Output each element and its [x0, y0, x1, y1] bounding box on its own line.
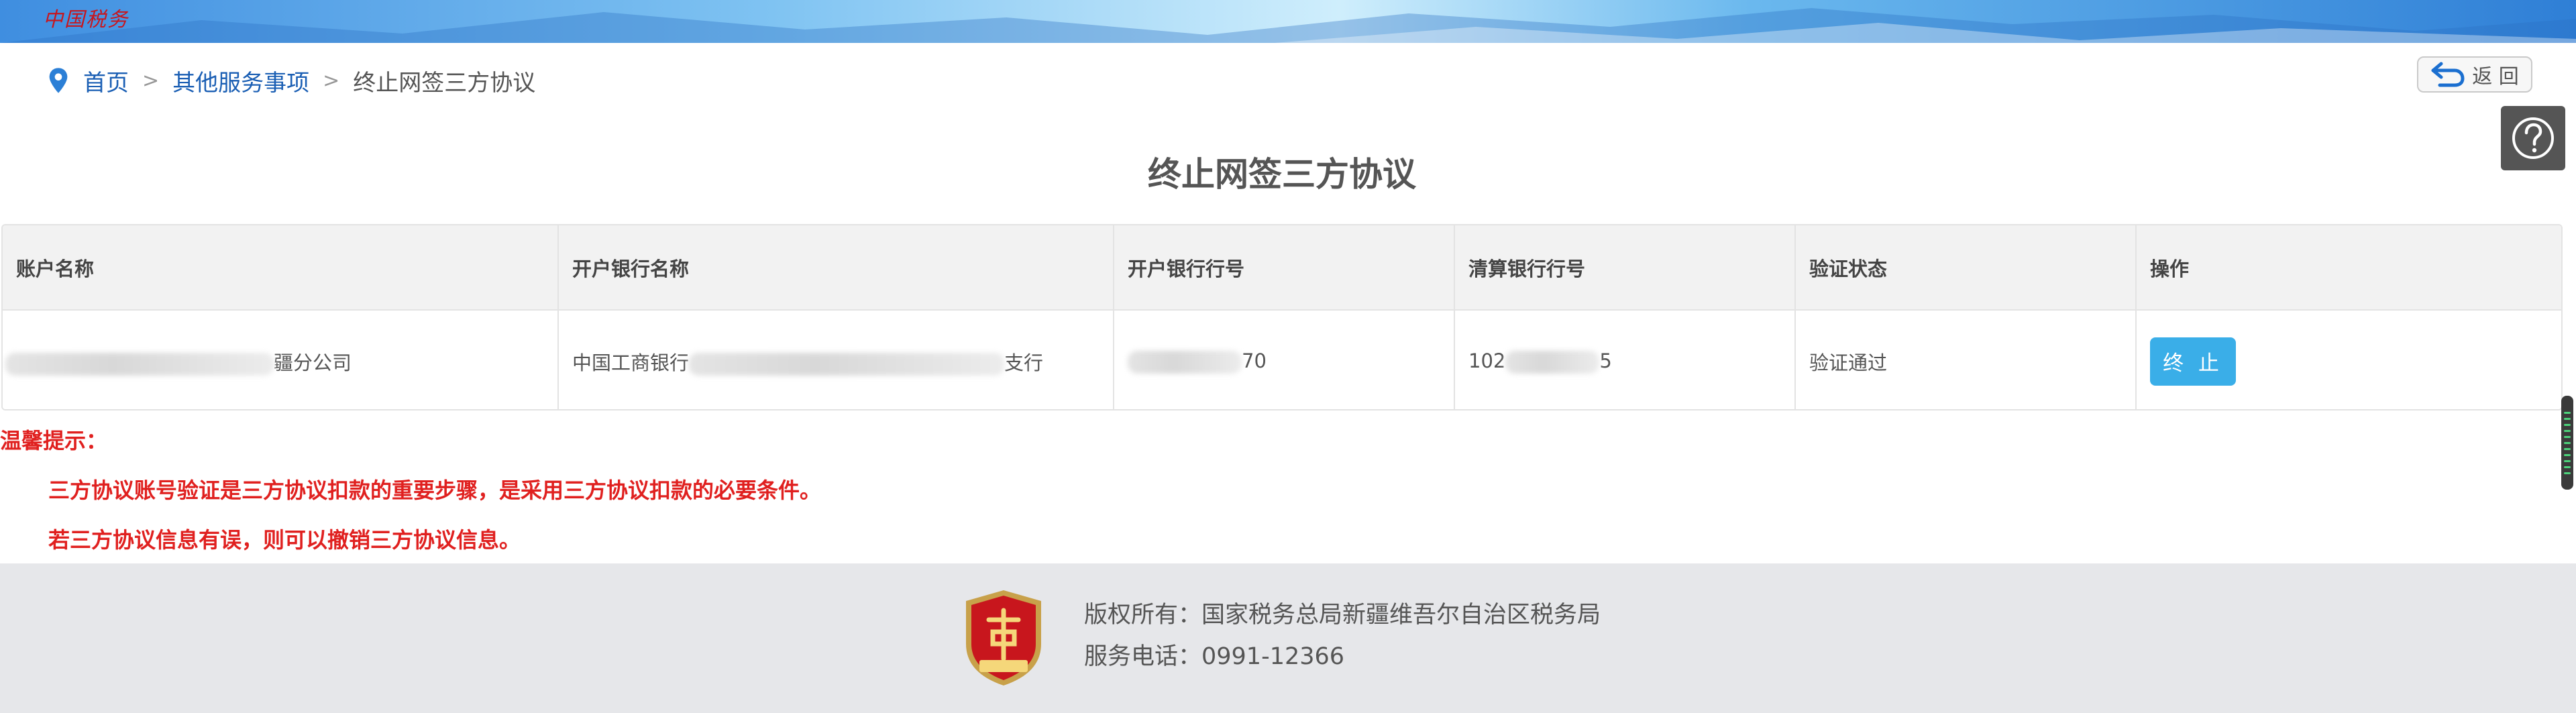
back-button-label: 返 回	[2472, 65, 2519, 89]
location-pin-icon	[49, 68, 68, 93]
redacted-text	[689, 352, 1005, 376]
account-name-suffix: 疆分公司	[274, 351, 352, 374]
breadcrumb-home-link[interactable]: 首页	[83, 64, 129, 97]
breadcrumb: 首页 > 其他服务事项 > 终止网签三方协议	[47, 64, 535, 97]
page-title: 终止网签三方协议	[1148, 155, 1416, 194]
footer: 版权所有：国家税务总局新疆维吾尔自治区税务局 服务电话：0991-12366	[0, 563, 2576, 713]
breadcrumb-parent-link[interactable]: 其他服务事项	[172, 64, 309, 97]
tip-line: 三方协议账号验证是三方协议扣款的重要步骤，是采用三方协议扣款的必要条件。	[48, 478, 822, 503]
header-banner: 中国税务	[0, 0, 2576, 43]
tips-title: 温馨提示：	[0, 428, 108, 453]
redacted-text	[1128, 350, 1242, 374]
cell-status: 验证通过	[1795, 310, 2137, 409]
bank-code-suffix: 70	[1242, 349, 1267, 372]
return-arrow-icon	[2431, 62, 2465, 87]
page: 中国税务 首页 > 其他服务事项 > 终止网签三方协议 返 回 终止网签三方协议	[0, 0, 2576, 713]
breadcrumb-current: 终止网签三方协议	[353, 69, 536, 97]
back-button[interactable]: 返 回	[2417, 56, 2532, 93]
clearing-code-suffix: 5	[1599, 349, 1612, 372]
breadcrumb-separator: >	[323, 68, 340, 93]
redacted-text	[1505, 350, 1600, 374]
footer-copyright: 版权所有：国家税务总局新疆维吾尔自治区税务局	[1084, 602, 1601, 628]
cell-clearing-code: 102 5	[1454, 310, 1796, 409]
vertical-scrollbar[interactable]	[2561, 396, 2573, 490]
tax-emblem-icon	[966, 590, 1041, 685]
column-header-bank-code: 开户银行行号	[1114, 225, 1455, 311]
column-header-action: 操作	[2136, 225, 2561, 311]
bank-name-prefix: 中国工商银行	[572, 351, 690, 374]
cell-bank-name: 中国工商银行 支行	[558, 310, 1114, 409]
agreement-table: 账户名称 开户银行名称 开户银行行号 清算银行行号 验证状态 操作 疆分公司 中…	[1, 224, 2563, 410]
bank-name-suffix: 支行	[1004, 351, 1044, 374]
cell-account-name: 疆分公司	[3, 310, 559, 409]
cell-bank-code: 70	[1114, 310, 1455, 409]
column-header-bank-name: 开户银行名称	[558, 225, 1114, 311]
column-header-clearing-code: 清算银行行号	[1454, 225, 1796, 311]
table-row: 疆分公司 中国工商银行 支行 70 102 5 验证通过 终 止	[3, 310, 2561, 409]
table-header-row: 账户名称 开户银行名称 开户银行行号 清算银行行号 验证状态 操作	[3, 225, 2561, 311]
footer-phone: 服务电话：0991-12366	[1084, 643, 1345, 670]
redacted-text	[5, 352, 274, 376]
mountain-decoration	[0, 8, 2576, 43]
breadcrumb-separator: >	[142, 68, 160, 93]
cell-action: 终 止	[2136, 310, 2561, 409]
site-logo[interactable]: 中国税务	[43, 3, 129, 32]
column-header-status: 验证状态	[1795, 225, 2137, 311]
tip-line: 若三方协议信息有误，则可以撤销三方协议信息。	[48, 527, 521, 553]
column-header-account-name: 账户名称	[3, 225, 559, 311]
terminate-button[interactable]: 终 止	[2150, 337, 2236, 386]
clearing-code-prefix: 102	[1468, 349, 1506, 372]
